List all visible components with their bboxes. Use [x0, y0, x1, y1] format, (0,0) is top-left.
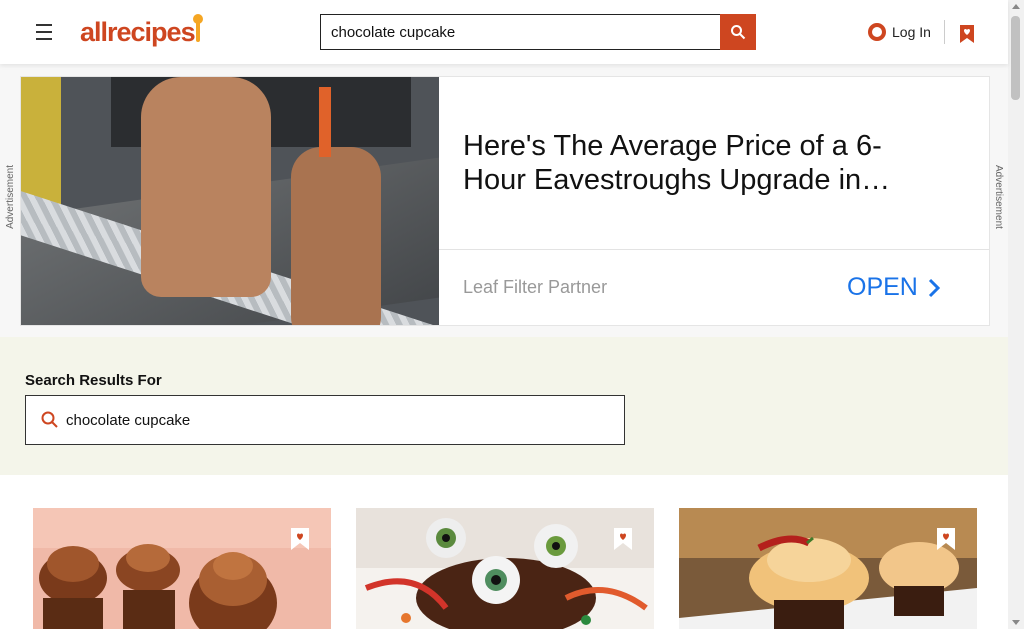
scroll-down-arrow-icon[interactable]: [1012, 620, 1020, 625]
scrollbar-thumb[interactable]: [1011, 16, 1020, 100]
recipe-card[interactable]: [356, 508, 654, 629]
header-search-input[interactable]: [321, 15, 720, 49]
allrecipes-logo[interactable]: allrecipes: [80, 14, 210, 50]
save-recipe-button[interactable]: [608, 524, 638, 554]
ad-open-label: OPEN: [847, 273, 918, 301]
user-circle-icon: [868, 23, 886, 41]
ad-open-button[interactable]: OPEN: [847, 273, 940, 302]
site-header: allrecipes Log In: [0, 0, 1008, 64]
page-scrollbar[interactable]: [1008, 0, 1024, 629]
ad-sponsor: Leaf Filter Partner: [463, 277, 608, 297]
logo-text: allrecipes: [80, 16, 196, 47]
results-title: Search Results For: [25, 372, 162, 389]
results-search-input[interactable]: [66, 396, 616, 444]
bookmark-heart-icon: [937, 528, 955, 550]
ad-headline[interactable]: Here's The Average Price of a 6-Hour Eav…: [463, 129, 933, 197]
header-search-field: [320, 14, 720, 50]
save-recipe-button[interactable]: [931, 524, 961, 554]
ad-label-right: Advertisement: [993, 165, 1004, 229]
header-divider: [944, 20, 945, 44]
spoon-icon: [192, 14, 203, 42]
save-recipe-button[interactable]: [285, 524, 315, 554]
scroll-up-arrow-icon[interactable]: [1012, 4, 1020, 9]
ad-divider: [439, 249, 989, 250]
chevron-right-icon: [928, 278, 940, 297]
bookmark-heart-icon: [291, 528, 309, 550]
search-icon: [731, 25, 746, 40]
login-label: Log In: [892, 24, 931, 40]
page: allrecipes Log In Advertisement Advertis…: [0, 0, 1024, 629]
recipe-card[interactable]: [33, 508, 331, 629]
saved-recipes-button[interactable]: [955, 20, 979, 48]
results-search-field: [25, 395, 625, 445]
heart-icon: [960, 25, 974, 43]
search-icon: [41, 411, 58, 428]
bookmark-heart-icon: [614, 528, 632, 550]
advertisement-card[interactable]: Here's The Average Price of a 6-Hour Eav…: [20, 76, 990, 326]
hamburger-menu-icon[interactable]: [30, 18, 58, 46]
ad-body: Here's The Average Price of a 6-Hour Eav…: [439, 77, 989, 325]
search-button[interactable]: [720, 14, 756, 50]
recipe-card[interactable]: [679, 508, 977, 629]
login-button[interactable]: Log In: [868, 18, 934, 46]
ad-label-left: Advertisement: [5, 165, 16, 229]
ad-image[interactable]: [21, 77, 439, 325]
